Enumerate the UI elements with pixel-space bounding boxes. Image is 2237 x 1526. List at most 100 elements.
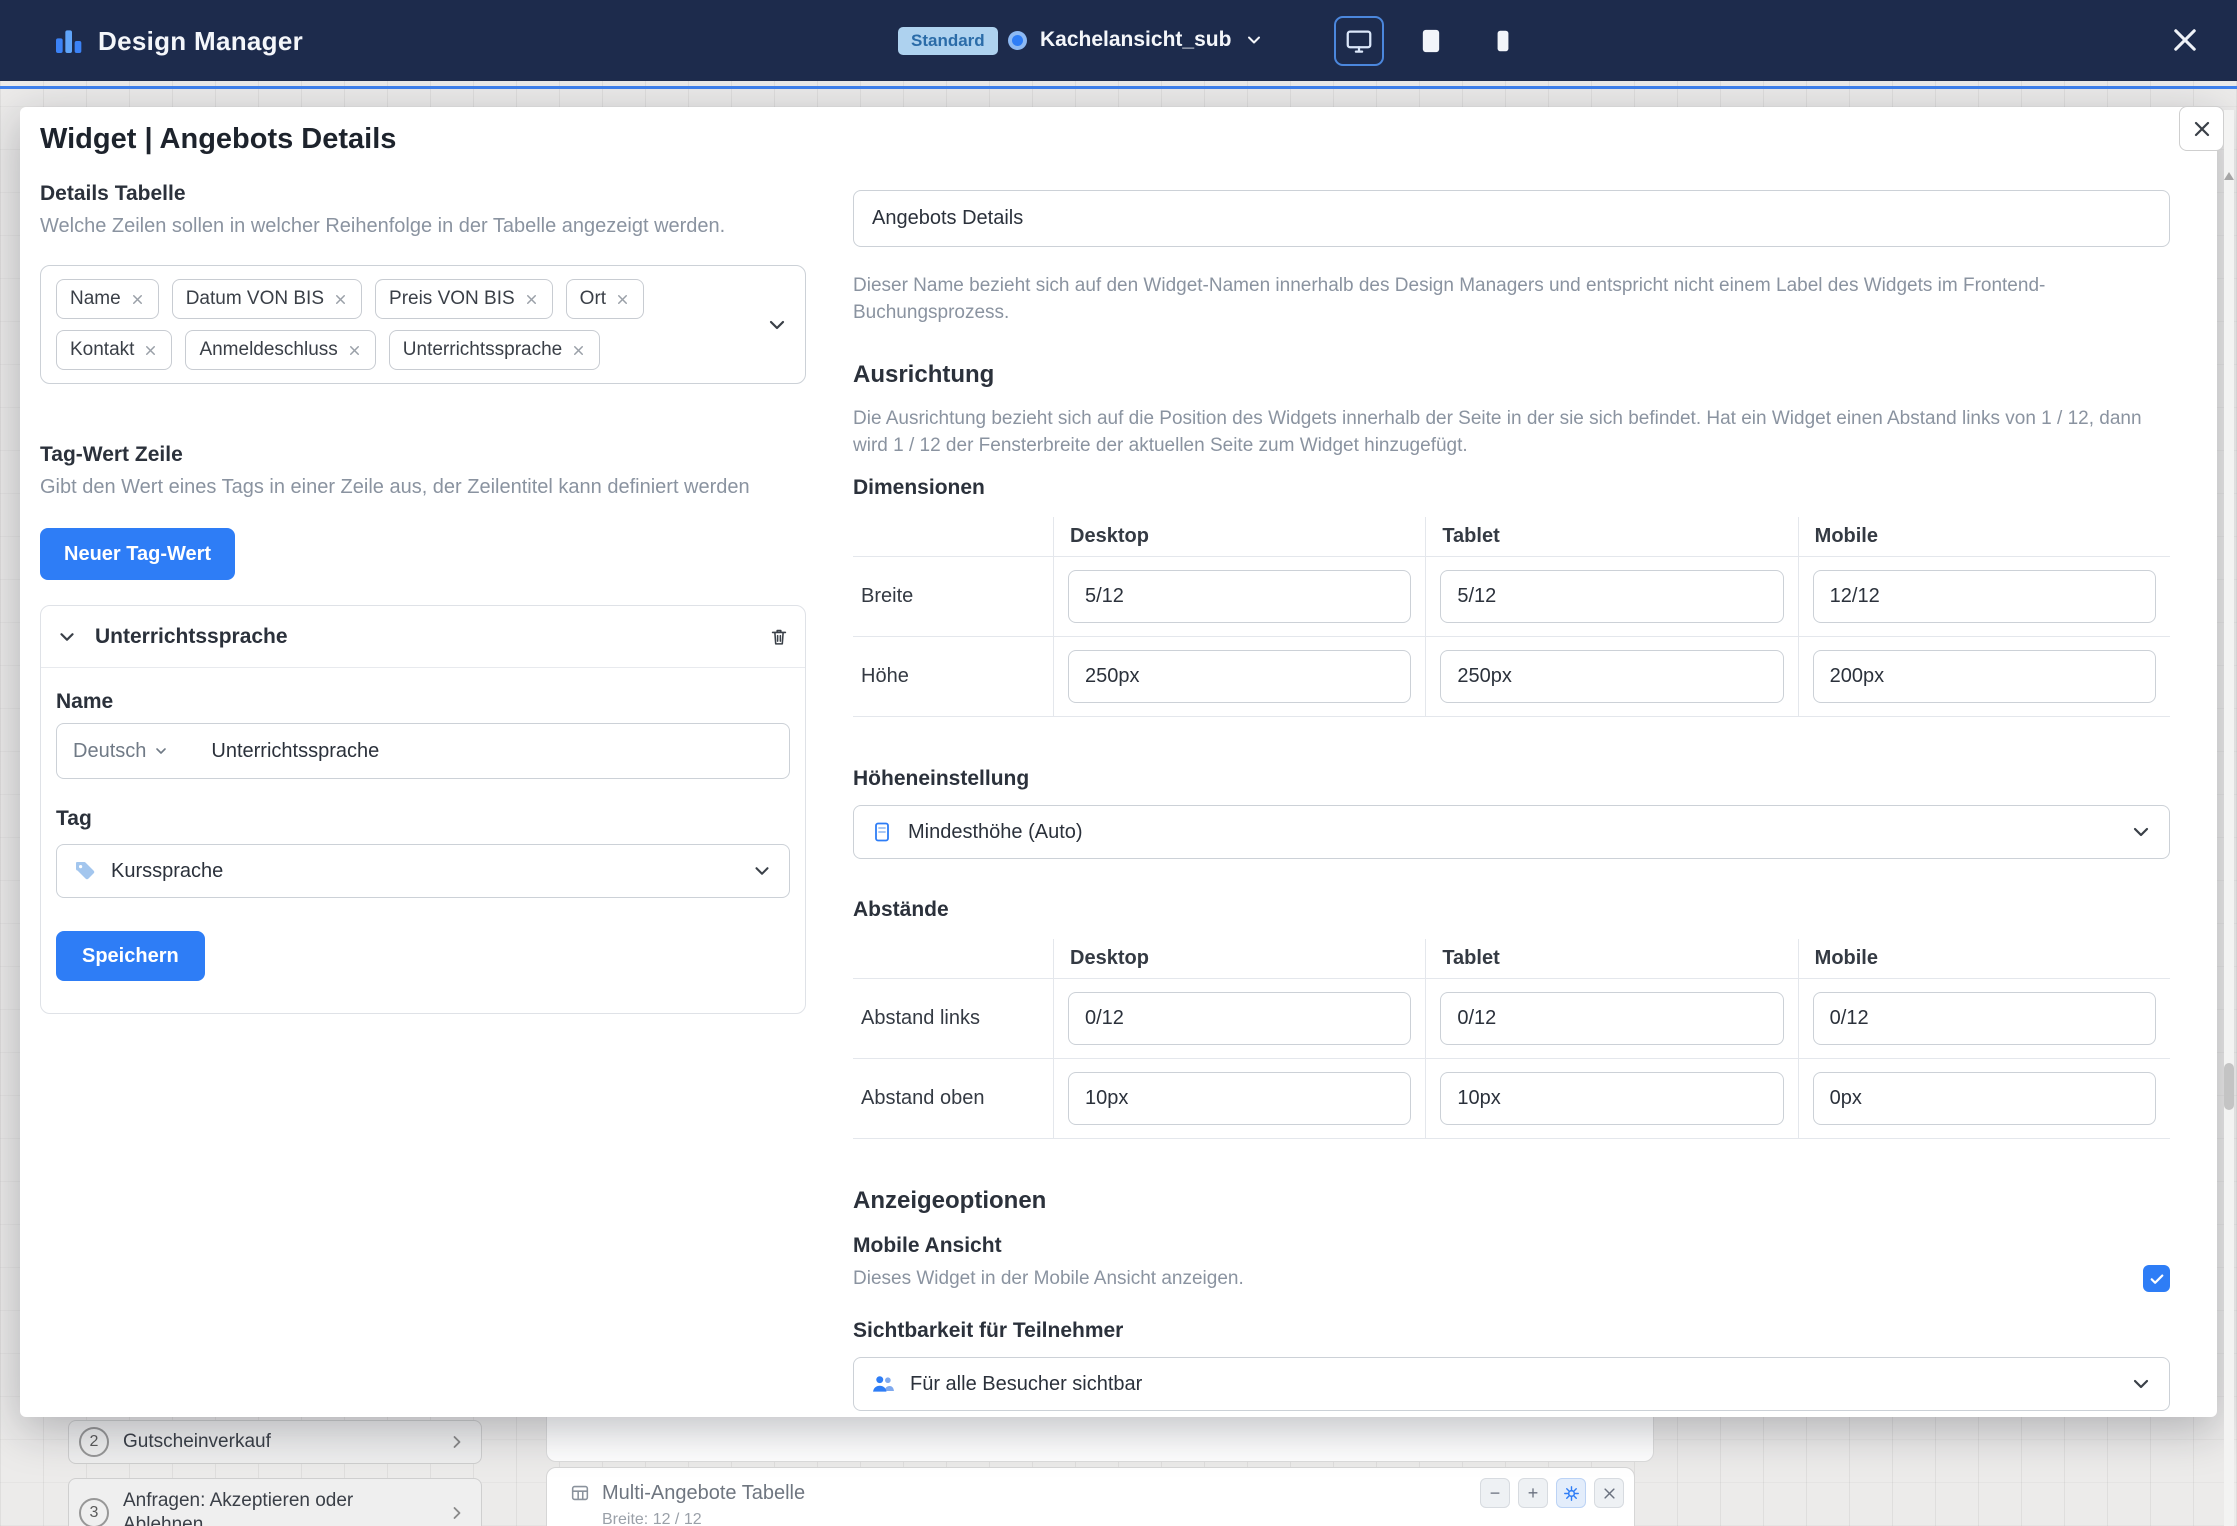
name-field-label: Name	[56, 690, 790, 714]
chevron-right-icon	[447, 1432, 467, 1452]
device-desktop-button[interactable]	[1334, 16, 1384, 66]
sichtbarkeit-heading: Sichtbarkeit für Teilnehmer	[853, 1318, 2170, 1344]
widget-settings-button[interactable]	[1556, 1478, 1586, 1508]
row-label-hoehe: Höhe	[853, 637, 1053, 717]
device-switcher	[1334, 0, 1528, 81]
step-label: Gutscheinverkauf	[123, 1430, 271, 1454]
abstand-oben-tablet-input[interactable]	[1440, 1072, 1783, 1125]
close-icon	[1602, 1486, 1617, 1501]
tag-wert-heading: Tag-Wert Zeile	[40, 442, 806, 468]
chip-label: Datum VON BIS	[186, 288, 324, 310]
chip-remove-icon[interactable]	[333, 292, 348, 307]
people-icon	[870, 1371, 896, 1397]
column-header-desktop: Desktop	[1053, 517, 1425, 557]
chip-kontakt: Kontakt	[56, 330, 172, 370]
chip-ort: Ort	[566, 279, 644, 319]
hoeheneinstellung-value: Mindesthöhe (Auto)	[908, 821, 1083, 844]
tag-wert-name-input[interactable]: Deutsch Unterrichtssprache	[56, 723, 790, 779]
dimensionen-heading: Dimensionen	[853, 475, 2170, 501]
multi-angebote-panel[interactable]: Multi-Angebote Tabelle − +	[546, 1467, 1635, 1526]
trash-icon[interactable]	[768, 626, 790, 648]
tag-select-value: Kurssprache	[111, 860, 223, 883]
app-close-button[interactable]	[2166, 22, 2204, 60]
chip-datum: Datum VON BIS	[172, 279, 362, 319]
hoeheneinstellung-heading: Höheneinstellung	[853, 766, 2170, 792]
sidebar-item-anfragen[interactable]: 3 Anfragen: Akzeptieren oder Ablehnen	[68, 1478, 482, 1526]
chevron-down-icon	[2129, 1372, 2153, 1396]
sichtbarkeit-select[interactable]: Für alle Besucher sichtbar	[853, 1357, 2170, 1411]
chip-anmeldeschluss: Anmeldeschluss	[185, 330, 375, 370]
grow-widget-button[interactable]: +	[1518, 1478, 1548, 1508]
language-prefix-select[interactable]: Deutsch	[73, 740, 169, 763]
auto-height-icon	[870, 820, 894, 844]
tag-wert-card-header[interactable]: Unterrichtssprache	[41, 606, 805, 668]
close-icon	[2168, 23, 2202, 57]
details-table-heading: Details Tabelle	[40, 181, 806, 207]
panel-subtitle: Breite: 12 / 12	[547, 1511, 1634, 1526]
name-input-value: Unterrichtssprache	[211, 740, 379, 763]
dimensions-table: Desktop Tablet Mobile Breite Höhe	[853, 517, 2170, 717]
modal-close-button[interactable]	[2179, 106, 2224, 151]
save-button[interactable]: Speichern	[56, 931, 205, 981]
chevron-down-icon[interactable]	[765, 313, 789, 337]
column-header-mobile: Mobile	[1798, 517, 2170, 557]
breite-mobile-input[interactable]	[1813, 570, 2156, 623]
anzeigeoptionen-heading: Anzeigeoptionen	[853, 1186, 2170, 1216]
breite-tablet-input[interactable]	[1440, 570, 1783, 623]
tag-field-label: Tag	[56, 807, 790, 831]
breite-desktop-input[interactable]	[1068, 570, 1411, 623]
chevron-down-icon	[1244, 30, 1264, 50]
step-number: 2	[79, 1427, 109, 1457]
sidebar-item-gutscheinverkauf[interactable]: 2 Gutscheinverkauf	[68, 1420, 482, 1464]
hoehe-tablet-input[interactable]	[1440, 650, 1783, 703]
chip-name: Name	[56, 279, 159, 319]
abstand-links-desktop-input[interactable]	[1068, 992, 1411, 1045]
modal-left-column: Details Tabelle Welche Zeilen sollen in …	[40, 107, 806, 1014]
chevron-right-icon	[447, 1503, 467, 1523]
device-tablet-button[interactable]	[1406, 16, 1456, 66]
abstand-links-tablet-input[interactable]	[1440, 992, 1783, 1045]
abstand-oben-desktop-input[interactable]	[1068, 1072, 1411, 1125]
hoehe-mobile-input[interactable]	[1813, 650, 2156, 703]
phone-icon	[1490, 28, 1516, 54]
scrollbar-thumb[interactable]	[2224, 1063, 2234, 1110]
shrink-widget-button[interactable]: −	[1480, 1478, 1510, 1508]
check-icon	[2148, 1270, 2166, 1288]
chip-remove-icon[interactable]	[615, 292, 630, 307]
widget-settings-modal: Widget | Angebots Details Details Tabell…	[20, 107, 2217, 1417]
step-label: Anfragen: Akzeptieren oder Ablehnen	[123, 1489, 433, 1526]
details-rows-multiselect[interactable]: Name Datum VON BIS Preis VON BIS Ort Kon…	[40, 265, 806, 384]
chip-remove-icon[interactable]	[347, 343, 362, 358]
device-phone-button[interactable]	[1478, 16, 1528, 66]
hoehe-desktop-input[interactable]	[1068, 650, 1411, 703]
abstand-oben-mobile-input[interactable]	[1813, 1072, 2156, 1125]
new-tag-wert-button[interactable]: Neuer Tag-Wert	[40, 528, 235, 580]
remove-widget-button[interactable]	[1594, 1478, 1624, 1508]
margins-table: Desktop Tablet Mobile Abstand links Abst…	[853, 939, 2170, 1139]
widget-name-input[interactable]	[853, 190, 2170, 247]
monitor-icon	[1344, 26, 1374, 56]
chip-label: Kontakt	[70, 339, 134, 361]
abstand-links-mobile-input[interactable]	[1813, 992, 2156, 1045]
chevron-down-icon[interactable]	[56, 626, 78, 648]
chip-unterrichtssprache: Unterrichtssprache	[389, 330, 600, 370]
hoeheneinstellung-select[interactable]: Mindesthöhe (Auto)	[853, 805, 2170, 859]
scrollbar-up-arrow[interactable]	[2224, 172, 2234, 180]
chip-label: Unterrichtssprache	[403, 339, 562, 361]
row-label-breite: Breite	[853, 557, 1053, 637]
chip-remove-icon[interactable]	[130, 292, 145, 307]
step-number: 3	[79, 1498, 109, 1526]
gear-icon	[1563, 1485, 1580, 1502]
mobile-ansicht-checkbox[interactable]	[2143, 1265, 2170, 1292]
chip-remove-icon[interactable]	[524, 292, 539, 307]
ausrichtung-heading: Ausrichtung	[853, 360, 2170, 390]
column-header-tablet: Tablet	[1425, 939, 1797, 979]
chip-remove-icon[interactable]	[143, 343, 158, 358]
scrollbar[interactable]	[2224, 110, 2234, 1526]
chip-remove-icon[interactable]	[571, 343, 586, 358]
chip-label: Anmeldeschluss	[199, 339, 337, 361]
tag-select[interactable]: Kurssprache	[56, 844, 790, 898]
view-selector[interactable]: Kachelansicht_sub	[1008, 20, 1264, 60]
column-header-mobile: Mobile	[1798, 939, 2170, 979]
chip-label: Ort	[580, 288, 606, 310]
